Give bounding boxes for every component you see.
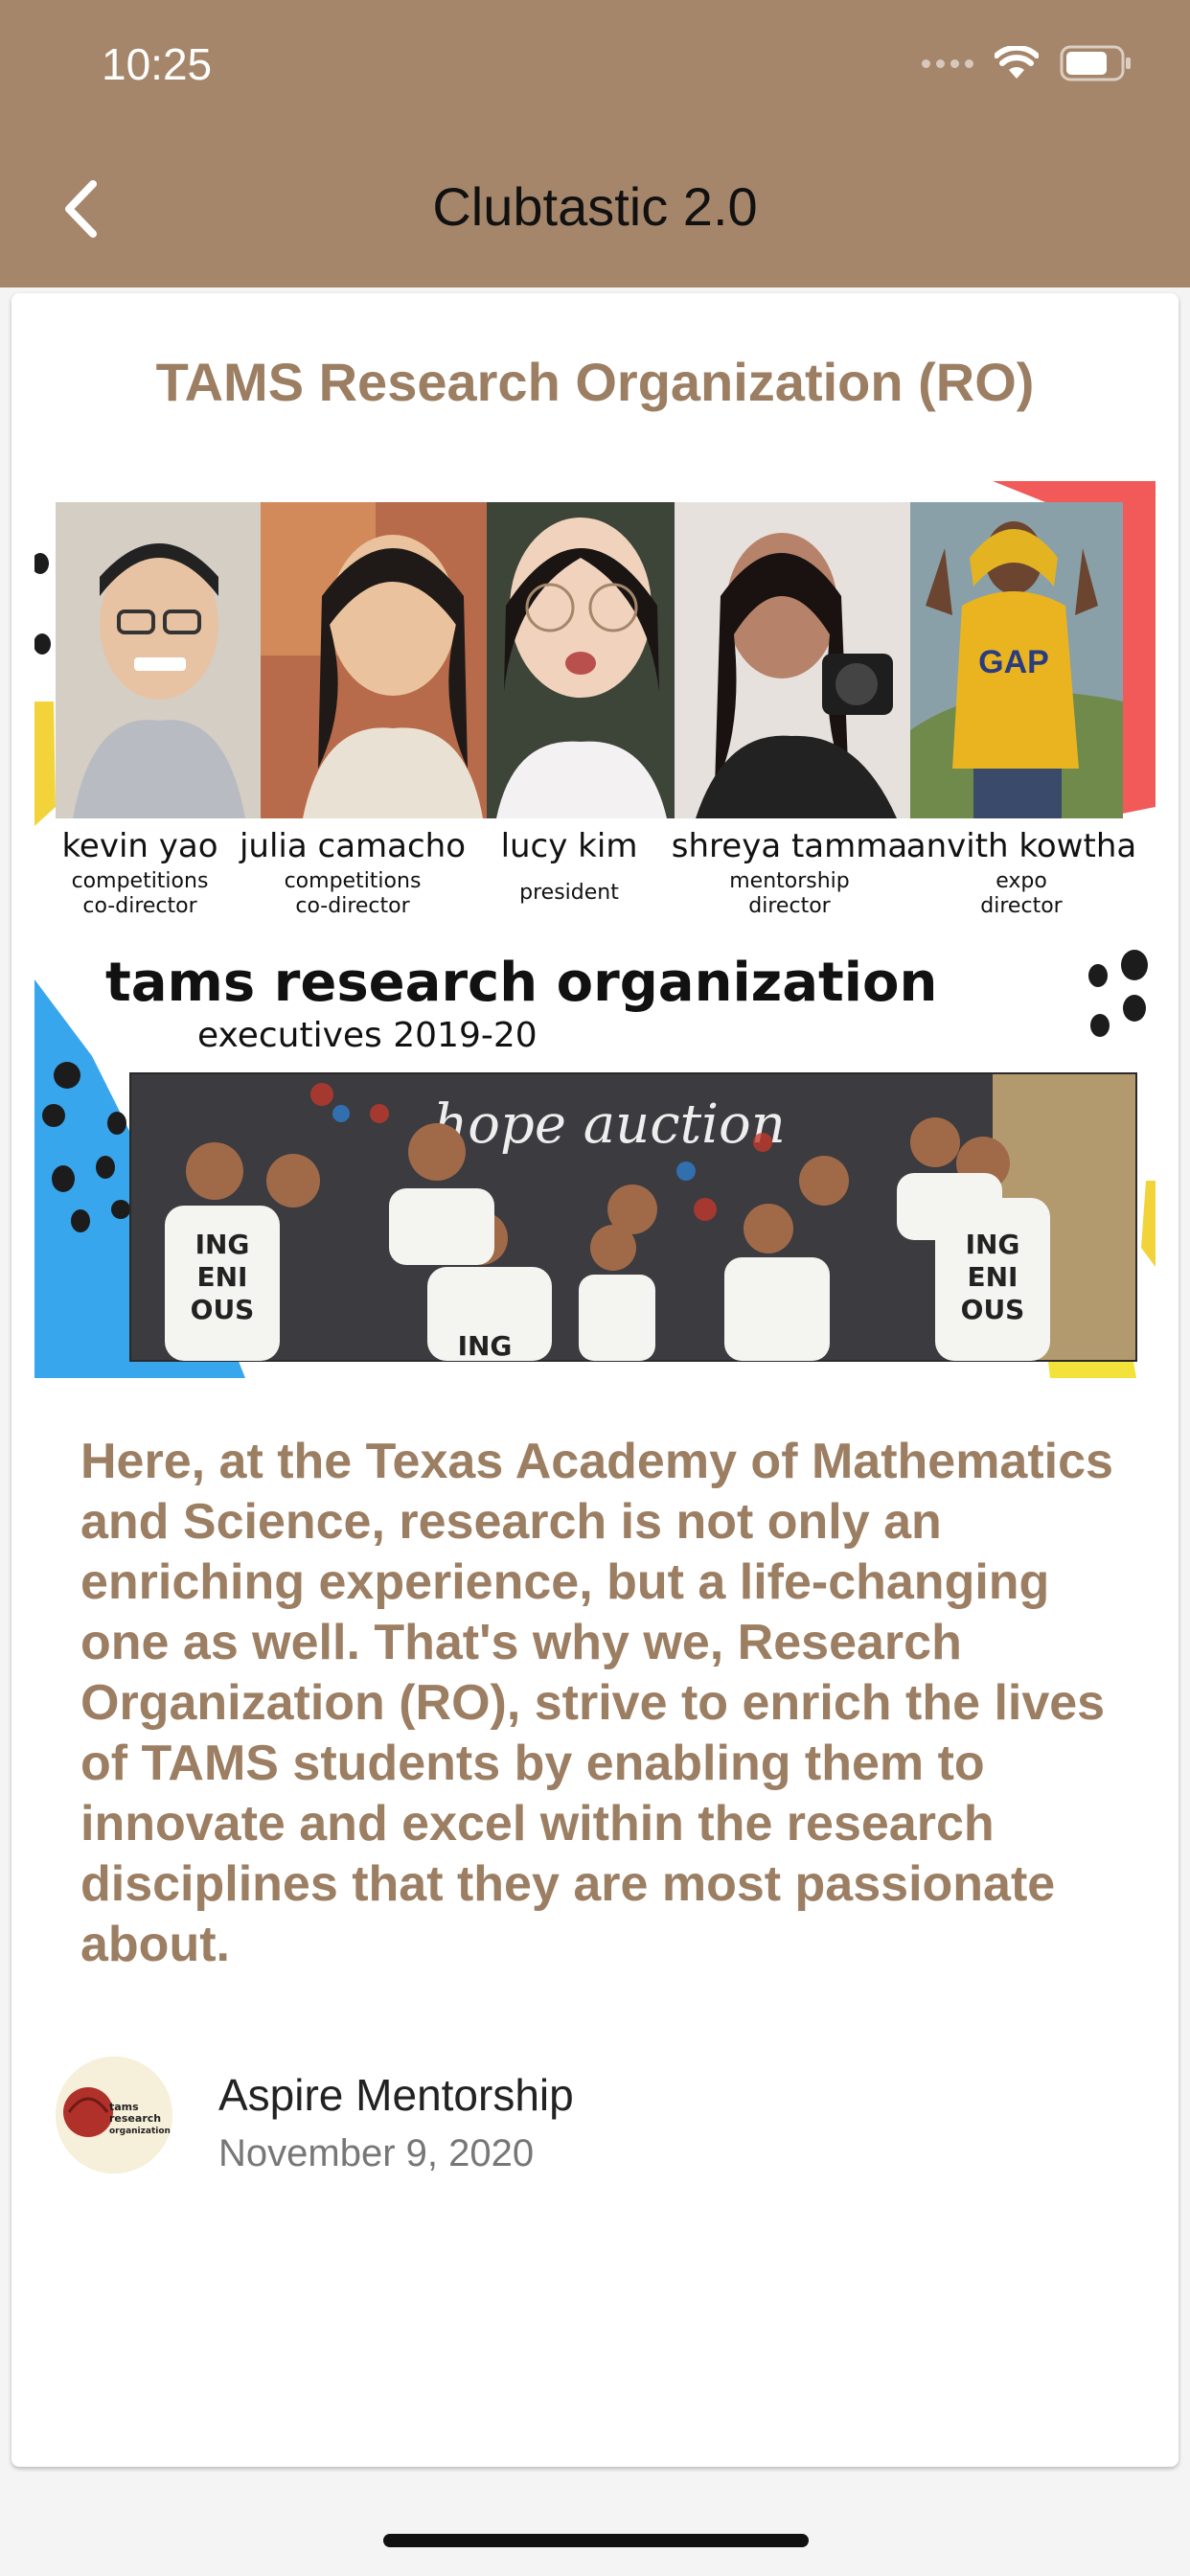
exec-role1-2: competitions (285, 869, 422, 893)
svg-text:organization.: organization. (109, 2127, 172, 2136)
app-title: Clubtastic 2.0 (432, 176, 758, 237)
exec-name-2: julia camacho (239, 827, 466, 865)
exec-role1-4: mentorship (729, 869, 850, 893)
exec-name-5: anvith kowtha (906, 827, 1136, 865)
wifi-icon (995, 46, 1039, 79)
home-indicator[interactable] (383, 2534, 809, 2547)
org-subheading: executives 2019-20 (197, 1016, 538, 1055)
author-row[interactable]: tams research organization. Aspire Mento… (56, 2057, 1110, 2181)
battery-icon (1060, 45, 1131, 81)
shirt-text-4: ING (966, 1229, 1020, 1260)
status-icons (922, 42, 1133, 84)
exec-name-3: lucy kim (501, 827, 638, 865)
executive-photos: GAP (56, 502, 1123, 818)
club-description: Here, at the Texas Academy of Mathematic… (80, 1434, 1113, 1972)
exec-role1-1: competitions (72, 869, 209, 893)
author-name: Aspire Mentorship (218, 2070, 574, 2120)
exec-role2-2: co-director (295, 894, 410, 918)
shirt-text-2: ENI (197, 1261, 248, 1293)
exec-role2-4: director (748, 894, 831, 918)
svg-text:GAP: GAP (978, 644, 1049, 680)
status-time: 10:25 (102, 39, 213, 89)
exec-name-1: kevin yao (61, 827, 217, 865)
club-title: TAMS Research Organization (RO) (155, 352, 1035, 412)
shirt-text-1: ING (195, 1229, 250, 1260)
exec-role2-1: co-director (82, 894, 197, 918)
post-date: November 9, 2020 (218, 2132, 535, 2174)
shirt-text-6: OUS (961, 1294, 1025, 1325)
shirt-text-3: OUS (191, 1294, 255, 1325)
club-card: TAMS Research Organization (RO) GAP kevi… (11, 293, 1179, 2467)
svg-text:research: research (109, 2112, 161, 2125)
backdrop-text: hope auction (433, 1093, 786, 1156)
avatar: tams research organization. (56, 2057, 172, 2174)
exec-name-4: shreya tamma (672, 827, 907, 865)
club-hero-image[interactable]: GAP kevin yao competitions co-director j… (34, 481, 1156, 1378)
exec-role2-5: director (980, 894, 1063, 918)
shirt-text-5: ENI (968, 1261, 1018, 1293)
header-bar: 10:25 Clubtastic 2.0 (0, 0, 1190, 288)
exec-role1-5: expo (995, 869, 1047, 893)
org-heading: tams research organization (105, 952, 937, 1014)
exec-role1-3: president (519, 881, 619, 905)
shirt-text-7: ING (458, 1330, 513, 1362)
cellular-signal-icon (922, 58, 973, 68)
group-photo: hope auction ING ENI OUS ING ENI OUS ING (129, 1072, 1137, 1362)
